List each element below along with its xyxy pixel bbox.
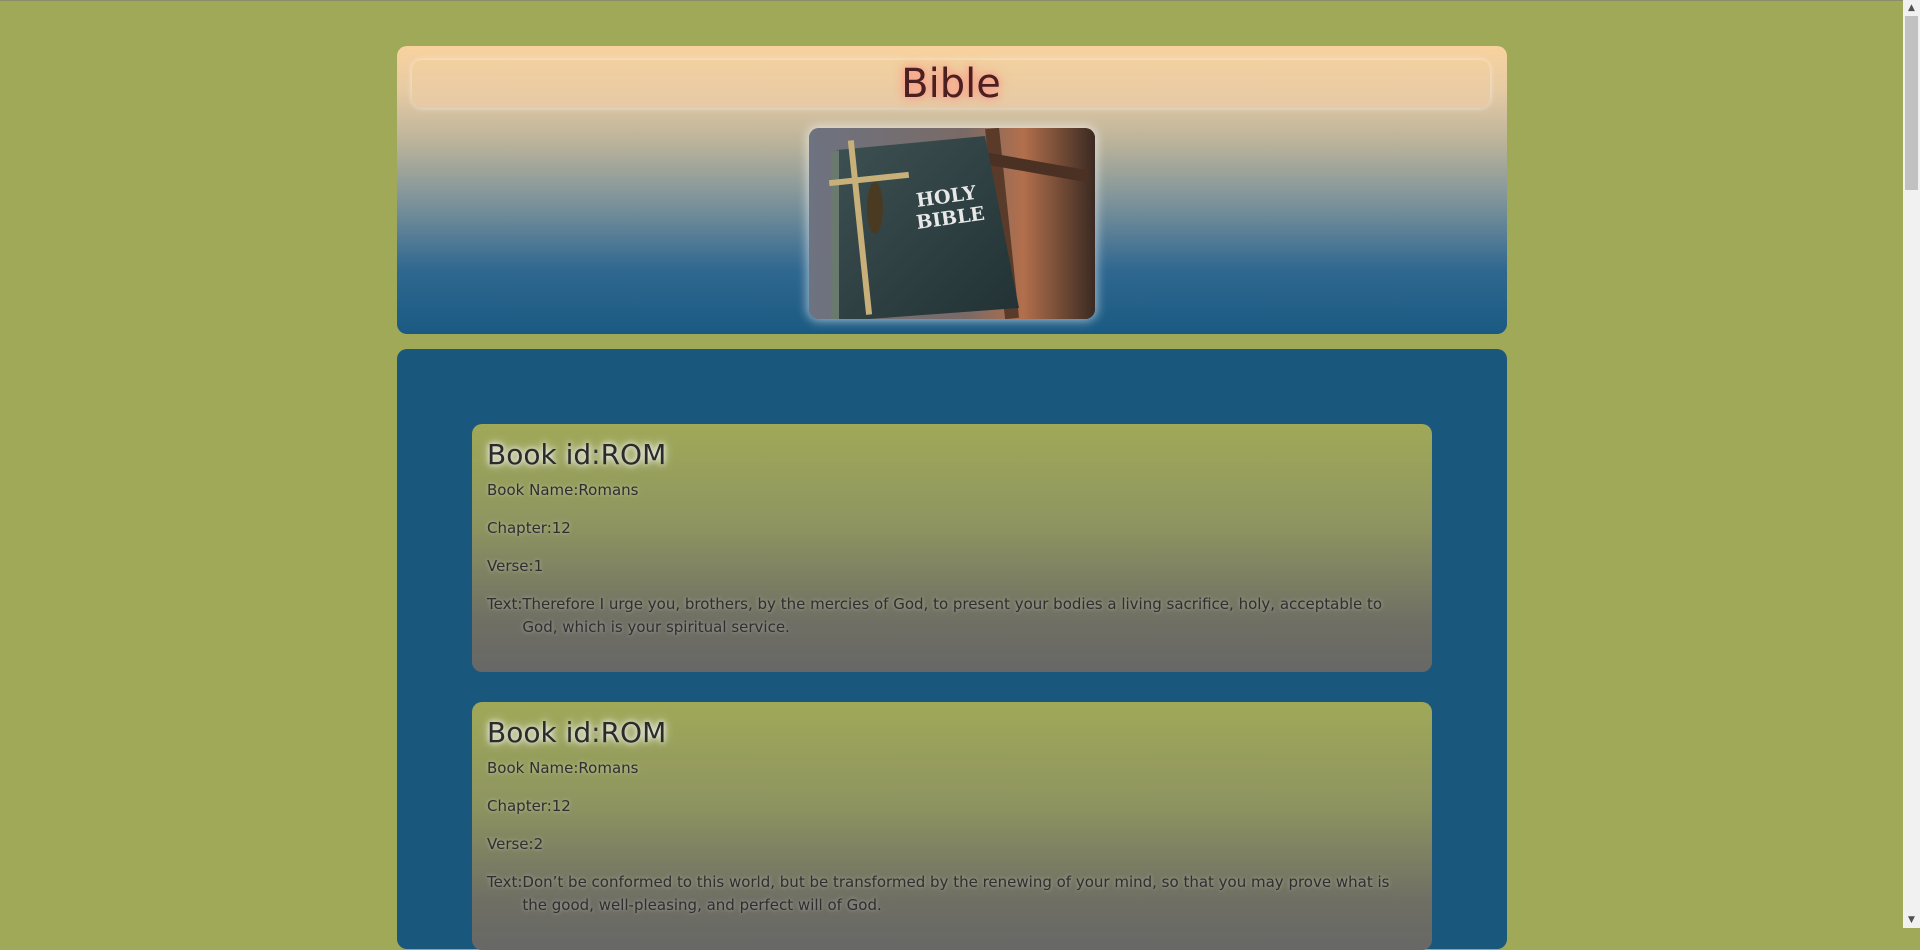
verse-value: 1 [533, 557, 544, 575]
chapter-row: Chapter:12 [487, 517, 1417, 540]
window-top-border [0, 0, 1920, 1]
text-value: Therefore I urge you, brothers, by the m… [522, 595, 1383, 636]
verse-card: Book id:ROM Book Name:Romans Chapter:12 … [472, 424, 1432, 672]
page-header: Bible HOLY BIBLE [397, 46, 1507, 334]
text-row: Text: Therefore I urge you, brothers, by … [487, 593, 1417, 639]
book-name-label: Book Name: [487, 481, 579, 499]
book-name-row: Book Name:Romans [487, 479, 1417, 502]
verse-label: Verse: [487, 557, 534, 575]
scroll-thumb[interactable] [1905, 16, 1918, 190]
page-title: Bible [901, 61, 1001, 107]
book-name-label: Book Name: [487, 759, 579, 777]
book-id-heading: Book id:ROM [487, 438, 1417, 471]
book-name-value: Romans [578, 481, 639, 499]
bible-cover-illustration: HOLY BIBLE [809, 128, 1095, 319]
verse-row: Verse:1 [487, 555, 1417, 578]
chapter-row: Chapter:12 [487, 795, 1417, 818]
title-bar: Bible [412, 60, 1490, 108]
verse-label: Verse: [487, 835, 534, 853]
verse-value: 2 [533, 835, 544, 853]
chapter-value: 12 [551, 797, 571, 815]
scroll-up-arrow-icon[interactable]: ▲ [1903, 0, 1920, 16]
text-label: Text: [487, 873, 523, 891]
book-name-row: Book Name:Romans [487, 757, 1417, 780]
book-id-value: ROM [600, 438, 667, 471]
chapter-label: Chapter: [487, 519, 552, 537]
text-row: Text: Don’t be conformed to this world, b… [487, 871, 1417, 917]
bible-cover-image: HOLY BIBLE [809, 128, 1095, 319]
scroll-down-arrow-icon[interactable]: ▼ [1903, 912, 1920, 928]
text-label: Text: [487, 595, 523, 613]
book-id-label: Book id: [487, 438, 601, 471]
chapter-label: Chapter: [487, 797, 552, 815]
book-id-heading: Book id:ROM [487, 716, 1417, 749]
verse-row: Verse:2 [487, 833, 1417, 856]
book-id-label: Book id: [487, 716, 601, 749]
vertical-scrollbar[interactable]: ▲ ▼ [1903, 0, 1920, 928]
text-value: Don’t be conformed to this world, but be… [522, 873, 1390, 914]
chapter-value: 12 [551, 519, 571, 537]
verse-card: Book id:ROM Book Name:Romans Chapter:12 … [472, 702, 1432, 950]
book-name-value: Romans [578, 759, 639, 777]
verses-container: Book id:ROM Book Name:Romans Chapter:12 … [397, 349, 1507, 950]
book-id-value: ROM [600, 716, 667, 749]
